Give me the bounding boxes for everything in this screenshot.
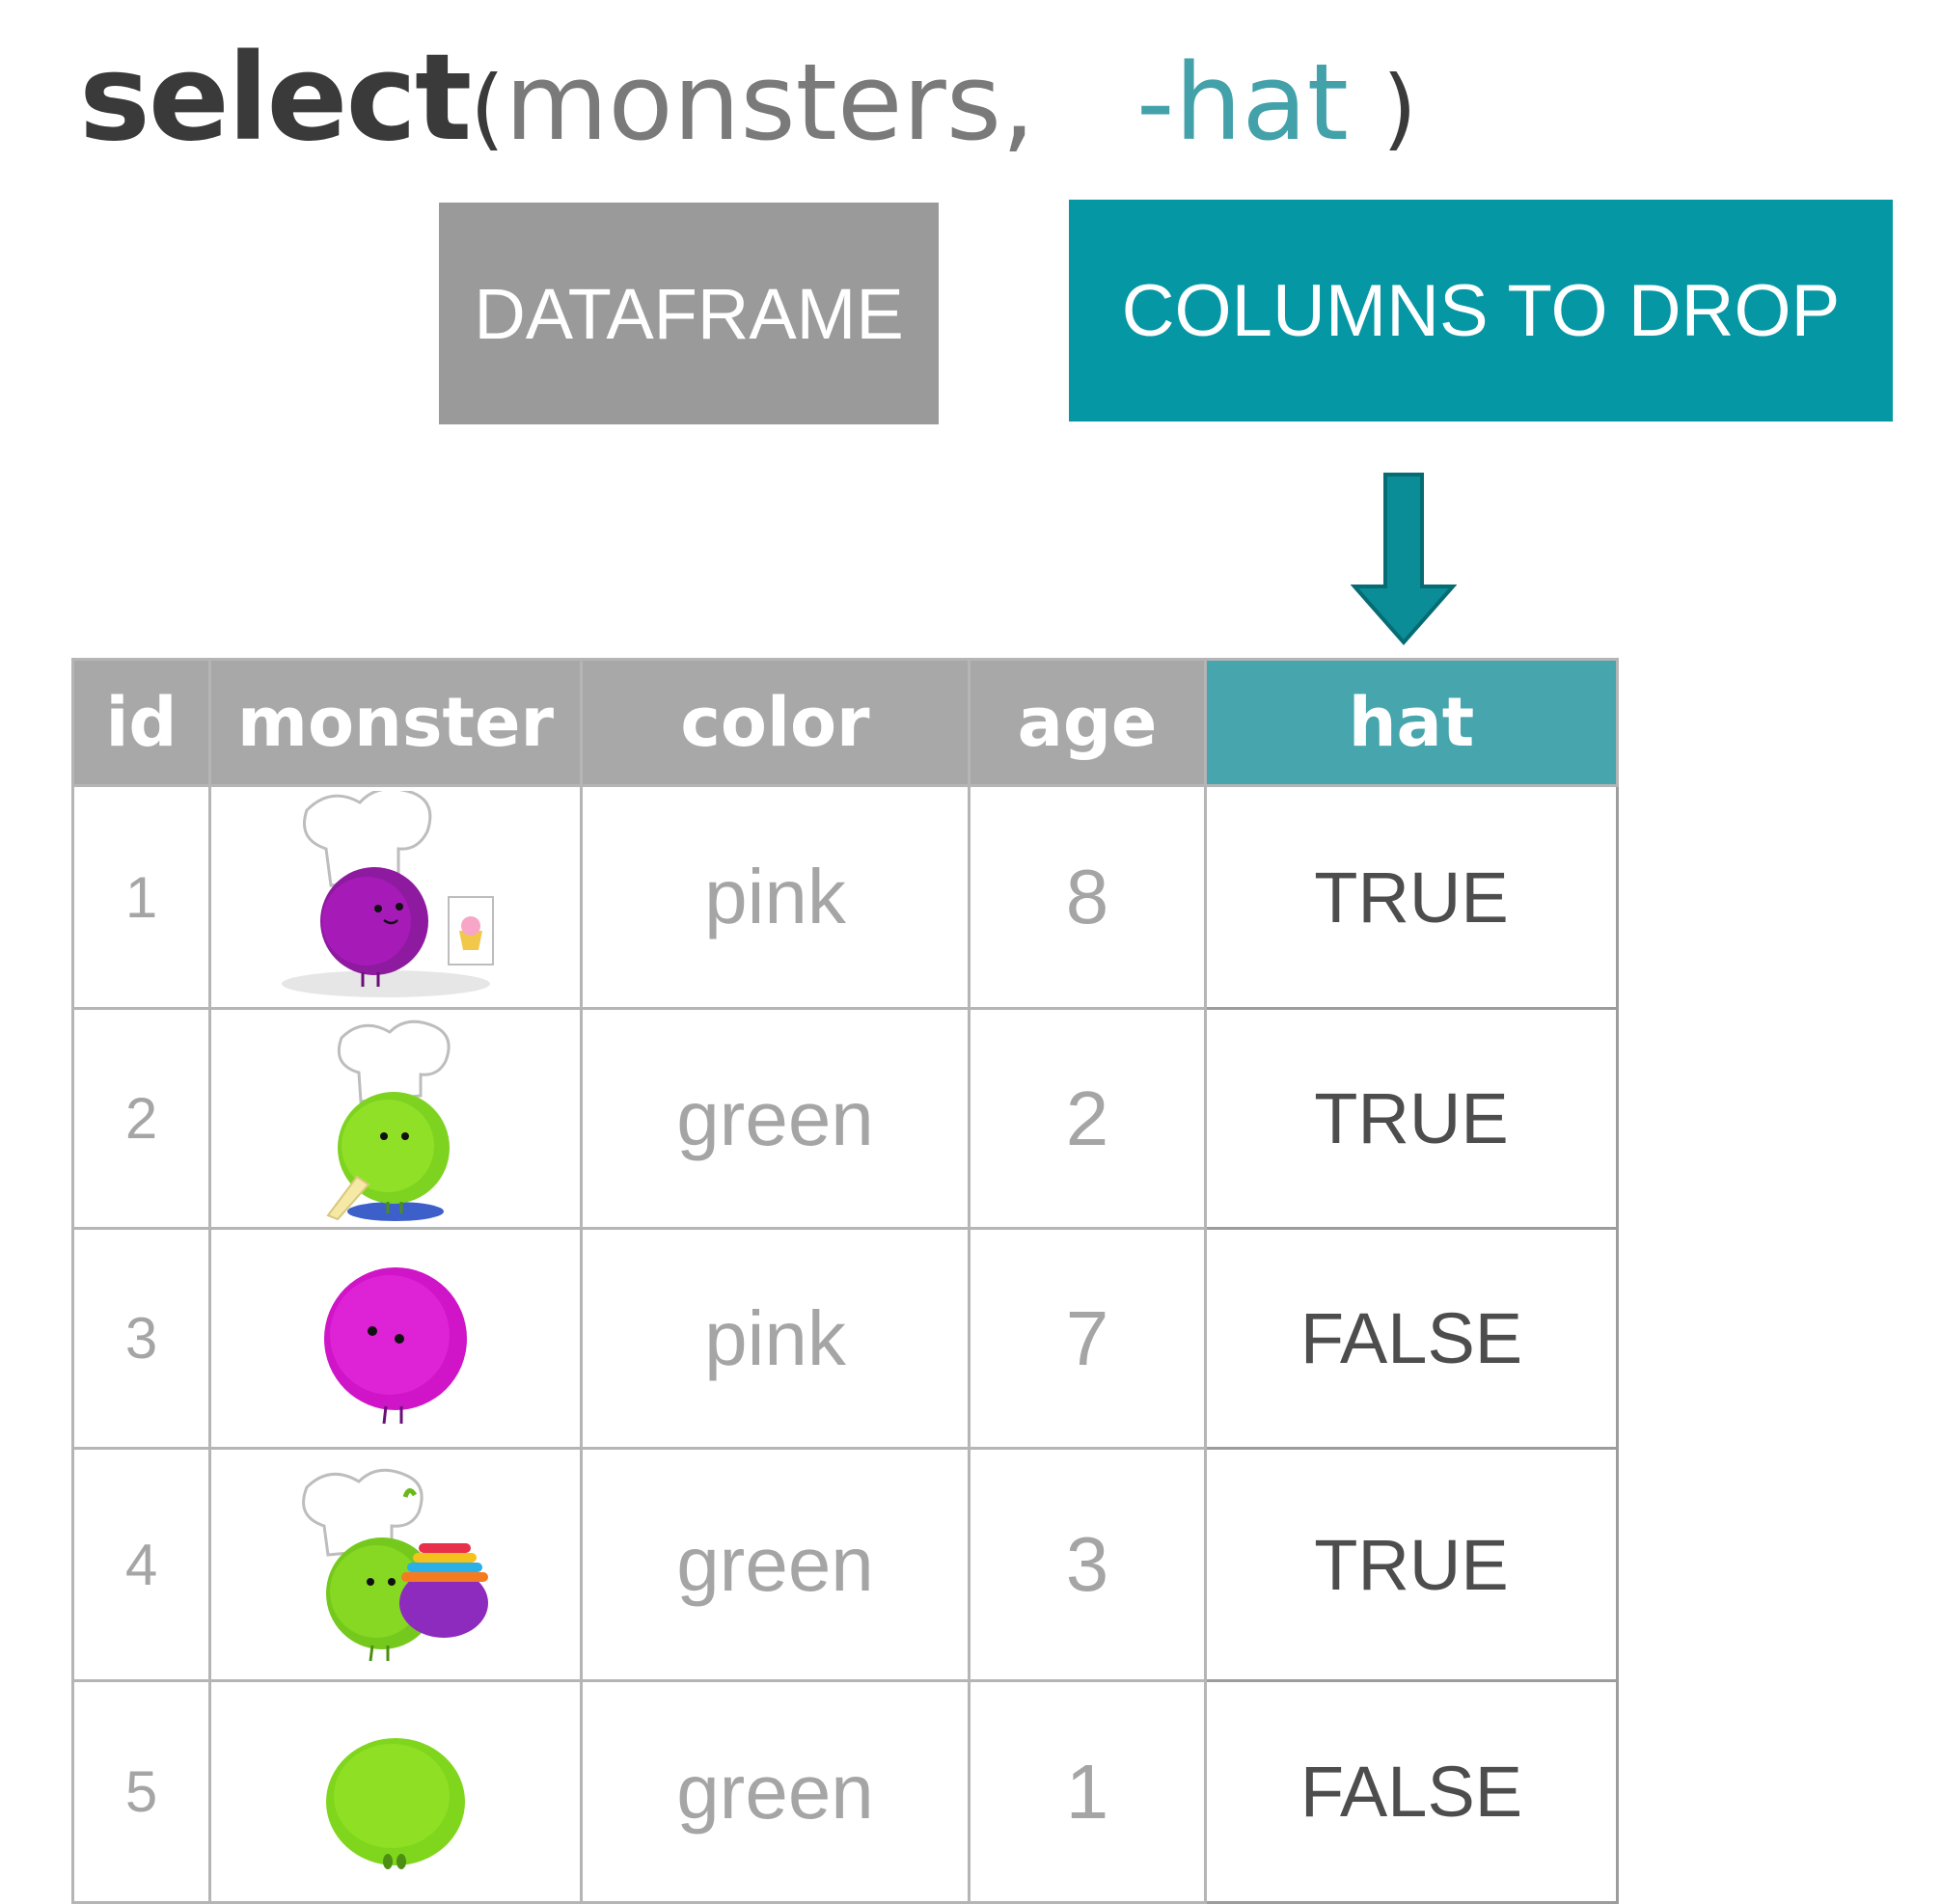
header-age: age xyxy=(968,658,1207,787)
open-paren: ( xyxy=(470,57,506,160)
purple-monster-icon xyxy=(324,1266,467,1424)
cell-hat: FALSE xyxy=(1204,1679,1619,1904)
cell-hat: TRUE xyxy=(1204,784,1619,1010)
cell-monster xyxy=(208,1679,583,1904)
cell-monster xyxy=(208,1227,583,1450)
cell-color: green xyxy=(580,1007,970,1230)
cell-color: green xyxy=(580,1447,970,1682)
columns-to-drop-label: COLUMNS TO DROP xyxy=(1069,200,1893,422)
cell-color: pink xyxy=(580,784,970,1010)
dataframe-argument: monsters, xyxy=(505,41,1035,164)
cell-id: 3 xyxy=(71,1227,211,1450)
cell-color: pink xyxy=(580,1227,970,1450)
table-header-row: id monster color age hat xyxy=(71,658,1619,787)
cell-id: 5 xyxy=(71,1679,211,1904)
table-row: 2 green 2 TRUE xyxy=(71,1007,1619,1230)
green-chef-monster-icon xyxy=(326,1020,451,1221)
cell-hat: TRUE xyxy=(1204,1447,1619,1682)
cell-age: 1 xyxy=(968,1679,1207,1904)
purple-chef-monster-icon xyxy=(282,791,494,997)
cell-monster xyxy=(208,1447,583,1682)
monsters-table: id monster color age hat 1 pink 8 TRUE 2… xyxy=(71,658,1619,1904)
header-color: color xyxy=(580,658,970,787)
green-monster-icon xyxy=(326,1737,465,1869)
cell-age: 2 xyxy=(968,1007,1207,1230)
code-expression: select(monsters, -hat ) xyxy=(79,39,1417,158)
header-monster: monster xyxy=(208,658,583,787)
cell-color: green xyxy=(580,1679,970,1904)
cell-age: 8 xyxy=(968,784,1207,1010)
cell-id: 2 xyxy=(71,1007,211,1230)
table-row: 3 pink 7 FALSE xyxy=(71,1227,1619,1450)
cell-age: 3 xyxy=(968,1447,1207,1682)
function-name: select xyxy=(79,29,472,168)
cell-hat: FALSE xyxy=(1204,1227,1619,1450)
drop-argument: -hat xyxy=(1135,41,1349,164)
table-row: 4 green 3 TRUE xyxy=(71,1447,1619,1682)
header-id: id xyxy=(71,658,211,787)
green-chef-bowls-monster-icon xyxy=(302,1468,488,1662)
cell-id: 4 xyxy=(71,1447,211,1682)
cell-hat: TRUE xyxy=(1204,1007,1619,1230)
cell-id: 1 xyxy=(71,784,211,1010)
table-row: 1 pink 8 TRUE xyxy=(71,784,1619,1010)
cell-monster xyxy=(208,1007,583,1230)
cell-age: 7 xyxy=(968,1227,1207,1450)
header-hat: hat xyxy=(1204,658,1619,787)
dataframe-label: DATAFRAME xyxy=(439,203,939,424)
close-paren: ) xyxy=(1381,57,1417,160)
table-row: 5 green 1 FALSE xyxy=(71,1679,1619,1904)
down-arrow-icon xyxy=(1351,473,1457,646)
cell-monster xyxy=(208,784,583,1010)
